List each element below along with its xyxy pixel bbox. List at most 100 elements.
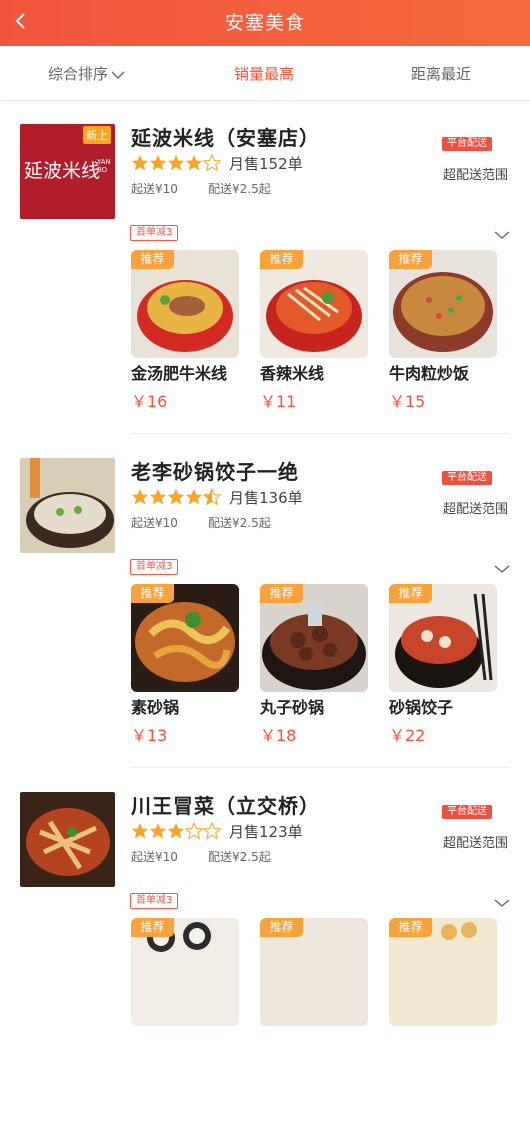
dish-card[interactable]: 推荐 香辣米线 ￥11 xyxy=(260,250,368,412)
dish-card[interactable]: 推荐 xyxy=(131,918,239,1026)
divider xyxy=(130,767,510,768)
dish-name: 牛肉粒炒饭 xyxy=(389,364,470,383)
promo-tag: 首单减3 xyxy=(130,559,179,575)
store-thumbnail xyxy=(20,458,115,553)
tab-distance-nearest[interactable]: 距离最近 xyxy=(411,63,471,84)
delivery-fee: 配送¥2.5起 xyxy=(208,182,271,196)
monthly-sales: 月售136单 xyxy=(229,489,303,507)
store-photo xyxy=(20,792,115,887)
dish-image: 推荐 xyxy=(260,250,368,358)
dish-card[interactable]: 推荐 素砂锅 ￥13 xyxy=(131,584,239,746)
store-card[interactable]: 新上 延波米线 YAN BO 延波米线（安塞店） 月售152单 起送¥10 配送… xyxy=(0,124,530,458)
expand-button[interactable] xyxy=(493,560,511,579)
page-title: 安塞美食 xyxy=(224,12,305,34)
platform-delivery-badge: 平台配送 xyxy=(442,137,492,151)
store-photo xyxy=(20,458,115,553)
star-half-icon xyxy=(202,487,222,506)
expand-button[interactable] xyxy=(493,894,511,913)
dish-image: 推荐 xyxy=(260,584,368,692)
star-rating xyxy=(131,821,226,840)
platform-delivery-badge: 平台配送 xyxy=(442,805,492,819)
star-full-icon xyxy=(167,489,185,505)
tab-sales-highest[interactable]: 销量最高 xyxy=(234,63,294,84)
expand-button[interactable] xyxy=(493,226,511,245)
dish-image: 推荐 xyxy=(389,584,497,692)
delivery-fee: 配送¥2.5起 xyxy=(208,516,271,530)
dish-image: 推荐 xyxy=(389,250,497,358)
star-empty-icon xyxy=(184,821,204,840)
star-full-icon xyxy=(185,489,203,505)
store-card[interactable]: 川王冒菜（立交桥） 月售123单 起送¥10 配送¥2.5起 平台配送 超配送范… xyxy=(0,792,530,1126)
monthly-sales: 月售152单 xyxy=(229,155,303,173)
recommend-tag: 推荐 xyxy=(260,918,303,937)
dish-image: 推荐 xyxy=(389,918,497,1026)
star-rating xyxy=(131,487,226,506)
dish-card[interactable]: 推荐 金汤肥牛米线 ￥16 xyxy=(131,250,239,412)
out-of-range-text: 超配送范围 xyxy=(443,836,509,851)
min-order: 起送¥10 xyxy=(131,516,178,530)
dish-card[interactable]: 推荐 xyxy=(260,918,368,1026)
dish-price: ￥18 xyxy=(260,726,297,745)
dish-price: ￥16 xyxy=(131,392,168,411)
tab-label: 综合排序 xyxy=(48,65,109,83)
star-full-icon xyxy=(149,489,167,505)
recommend-tag: 推荐 xyxy=(131,250,174,269)
star-full-icon xyxy=(149,155,167,171)
dish-image: 推荐 xyxy=(260,918,368,1026)
chevron-down-icon xyxy=(494,899,510,907)
recommend-tag: 推荐 xyxy=(260,584,303,603)
out-of-range-text: 超配送范围 xyxy=(443,502,509,517)
chevron-down-icon xyxy=(111,70,125,79)
dish-name: 香辣米线 xyxy=(260,364,325,383)
dish-image: 推荐 xyxy=(131,918,239,1026)
divider xyxy=(130,433,510,434)
dish-name: 金汤肥牛米线 xyxy=(131,364,228,383)
star-full-icon xyxy=(185,155,203,171)
recommend-tag: 推荐 xyxy=(389,584,432,603)
dish-price: ￥11 xyxy=(260,392,297,411)
store-logo-text: 延波米线 xyxy=(24,160,101,182)
dish-image: 推荐 xyxy=(131,250,239,358)
star-rating xyxy=(131,153,226,172)
dish-name: 素砂锅 xyxy=(131,698,180,717)
recommend-tag: 推荐 xyxy=(131,918,174,937)
star-full-icon xyxy=(167,823,185,839)
dish-card[interactable]: 推荐 丸子砂锅 ￥18 xyxy=(260,584,368,746)
star-full-icon xyxy=(131,155,149,171)
platform-delivery-badge: 平台配送 xyxy=(442,471,492,485)
dish-card[interactable]: 推荐 xyxy=(389,918,497,1026)
delivery-fee: 配送¥2.5起 xyxy=(208,850,271,864)
min-order: 起送¥10 xyxy=(131,182,178,196)
dish-image: 推荐 xyxy=(131,584,239,692)
store-thumbnail: 新上 延波米线 YAN BO xyxy=(20,124,115,219)
tab-general-sort[interactable]: 综合排序 xyxy=(48,63,126,84)
star-full-icon xyxy=(167,155,185,171)
store-name[interactable]: 延波米线（安塞店） xyxy=(131,122,320,151)
dish-name: 丸子砂锅 xyxy=(260,698,325,717)
store-name[interactable]: 老李砂锅饺子一绝 xyxy=(131,456,299,485)
chevron-down-icon xyxy=(494,231,510,239)
star-full-icon xyxy=(149,823,167,839)
out-of-range-text: 超配送范围 xyxy=(443,168,509,183)
dish-card[interactable]: 推荐 牛肉粒炒饭 ￥15 xyxy=(389,250,497,412)
recommend-tag: 推荐 xyxy=(389,918,432,937)
dish-name: 砂锅饺子 xyxy=(389,698,454,717)
sort-bar: 综合排序 销量最高 距离最近 xyxy=(0,46,530,101)
min-order: 起送¥10 xyxy=(131,850,178,864)
promo-tag: 首单减3 xyxy=(130,225,179,241)
new-badge: 新上 xyxy=(83,126,111,144)
monthly-sales: 月售123单 xyxy=(229,823,303,841)
store-name[interactable]: 川王冒菜（立交桥） xyxy=(131,790,320,819)
star-empty-icon xyxy=(202,821,222,840)
chevron-down-icon xyxy=(494,565,510,573)
dish-price: ￥22 xyxy=(389,726,426,745)
store-logo-subtext: YAN BO xyxy=(97,158,111,174)
store-card[interactable]: 老李砂锅饺子一绝 月售136单 起送¥10 配送¥2.5起 平台配送 超配送范围… xyxy=(0,458,530,792)
star-empty-icon xyxy=(202,153,222,172)
promo-tag: 首单减3 xyxy=(130,893,179,909)
recommend-tag: 推荐 xyxy=(131,584,174,603)
app-header: 安塞美食 xyxy=(0,0,530,46)
dish-price: ￥15 xyxy=(389,392,426,411)
star-full-icon xyxy=(131,489,149,505)
dish-card[interactable]: 推荐 砂锅饺子 ￥22 xyxy=(389,584,497,746)
